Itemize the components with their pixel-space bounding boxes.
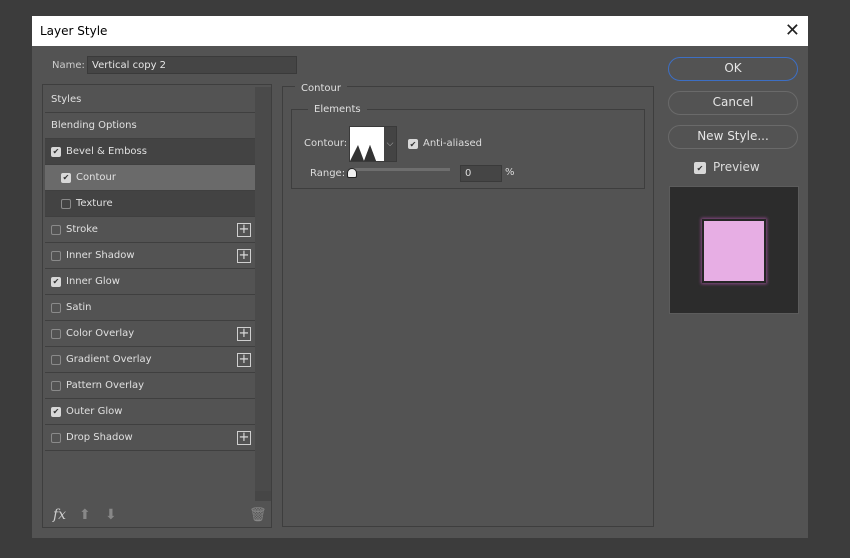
range-slider[interactable]	[352, 168, 450, 171]
style-checkbox[interactable]	[51, 250, 61, 261]
preview-checkbox[interactable]: ✔	[694, 162, 706, 174]
ok-button[interactable]: OK	[668, 57, 798, 81]
styles-list: Styles Blending Options ✔ Bevel & Emboss ✔ Co…	[45, 87, 255, 451]
style-item-pattern-overlay[interactable]: Pattern Overlay	[45, 373, 255, 399]
style-item-inner-glow[interactable]: ✔ Inner Glow	[45, 269, 255, 295]
style-item-label: Drop Shadow	[66, 432, 133, 443]
add-style-icon[interactable]: +	[237, 431, 251, 445]
style-checkbox[interactable]	[51, 224, 61, 235]
style-item-satin[interactable]: Satin	[45, 295, 255, 321]
group-title: Elements	[308, 104, 367, 115]
style-checkbox[interactable]: ✔	[51, 146, 61, 157]
style-item-label: Bevel & Emboss	[66, 146, 147, 157]
style-item-inner-shadow[interactable]: Inner Shadow +	[45, 243, 255, 269]
cancel-button[interactable]: Cancel	[668, 91, 798, 115]
move-up-icon[interactable]: ⬆	[79, 507, 91, 523]
trash-icon[interactable]: 🗑	[249, 507, 267, 523]
style-checkbox[interactable]	[51, 380, 61, 391]
style-item-bevel-emboss[interactable]: ✔ Bevel & Emboss	[45, 139, 255, 165]
anti-aliased-label: Anti-aliased	[423, 138, 483, 149]
style-item-label: Pattern Overlay	[66, 380, 145, 391]
style-checkbox[interactable]: ✔	[51, 406, 61, 417]
add-style-icon[interactable]: +	[237, 353, 251, 367]
style-checkbox[interactable]	[51, 354, 61, 365]
name-label: Name:	[52, 60, 85, 71]
style-item-label: Stroke	[66, 224, 98, 235]
style-item-label: Inner Glow	[66, 276, 120, 287]
style-item-label: Styles	[51, 94, 82, 105]
style-checkbox[interactable]	[51, 328, 61, 339]
styles-panel: Styles Blending Options ✔ Bevel & Emboss ✔ Co…	[42, 84, 272, 528]
preview-swatch	[702, 219, 766, 283]
style-item-label: Satin	[66, 302, 92, 313]
style-checkbox[interactable]	[61, 198, 71, 209]
chevron-down-icon[interactable]: ⌵	[384, 127, 396, 161]
add-style-icon[interactable]: +	[237, 223, 251, 237]
panel-title: Contour	[295, 83, 347, 94]
close-icon[interactable]: ✕	[785, 16, 800, 46]
style-item-outer-glow[interactable]: ✔ Outer Glow	[45, 399, 255, 425]
style-item-blending-options[interactable]: Blending Options	[45, 113, 255, 139]
anti-aliased-checkbox[interactable]: ✔	[408, 139, 418, 149]
contour-picker[interactable]: ⌵	[349, 126, 397, 162]
add-style-icon[interactable]: +	[237, 327, 251, 341]
contour-label: Contour:	[304, 138, 348, 149]
style-checkbox[interactable]: ✔	[61, 172, 71, 183]
range-label: Range:	[310, 168, 346, 179]
contour-preview-icon	[350, 127, 384, 161]
style-item-gradient-overlay[interactable]: Gradient Overlay +	[45, 347, 255, 373]
name-input[interactable]	[87, 56, 297, 74]
style-item-label: Texture	[76, 198, 113, 209]
fx-button[interactable]: fx	[53, 507, 66, 523]
dialog-title: Layer Style	[40, 24, 108, 38]
range-input[interactable]: 0	[460, 165, 502, 182]
style-item-styles[interactable]: Styles	[45, 87, 255, 113]
new-style-button[interactable]: New Style...	[668, 125, 798, 149]
style-item-texture[interactable]: Texture	[45, 191, 255, 217]
style-item-label: Color Overlay	[66, 328, 135, 339]
style-item-label: Outer Glow	[66, 406, 123, 417]
style-item-label: Inner Shadow	[66, 250, 135, 261]
add-style-icon[interactable]: +	[237, 249, 251, 263]
style-item-label: Blending Options	[51, 120, 137, 131]
elements-group: Elements Contour: ⌵ ✔ Anti-aliased Range…	[291, 104, 645, 189]
style-item-drop-shadow[interactable]: Drop Shadow +	[45, 425, 255, 451]
range-slider-handle[interactable]	[347, 168, 357, 178]
style-item-label: Gradient Overlay	[66, 354, 152, 365]
style-item-color-overlay[interactable]: Color Overlay +	[45, 321, 255, 347]
title-bar: Layer Style ✕	[32, 16, 808, 46]
contour-panel: Contour Elements Contour: ⌵ ✔ Anti-alias…	[282, 83, 654, 527]
style-checkbox[interactable]	[51, 302, 61, 313]
scrollbar[interactable]	[255, 87, 271, 501]
range-unit: %	[505, 167, 515, 178]
style-checkbox[interactable]: ✔	[51, 276, 61, 287]
style-preview	[669, 186, 799, 314]
style-item-stroke[interactable]: Stroke +	[45, 217, 255, 243]
preview-label: Preview	[713, 160, 760, 174]
style-checkbox[interactable]	[51, 432, 61, 443]
style-item-contour[interactable]: ✔ Contour	[45, 165, 255, 191]
move-down-icon[interactable]: ⬇	[105, 507, 117, 523]
style-item-label: Contour	[76, 172, 116, 183]
layer-style-dialog: Layer Style ✕ Name: Styles Blending Optio…	[32, 16, 808, 538]
